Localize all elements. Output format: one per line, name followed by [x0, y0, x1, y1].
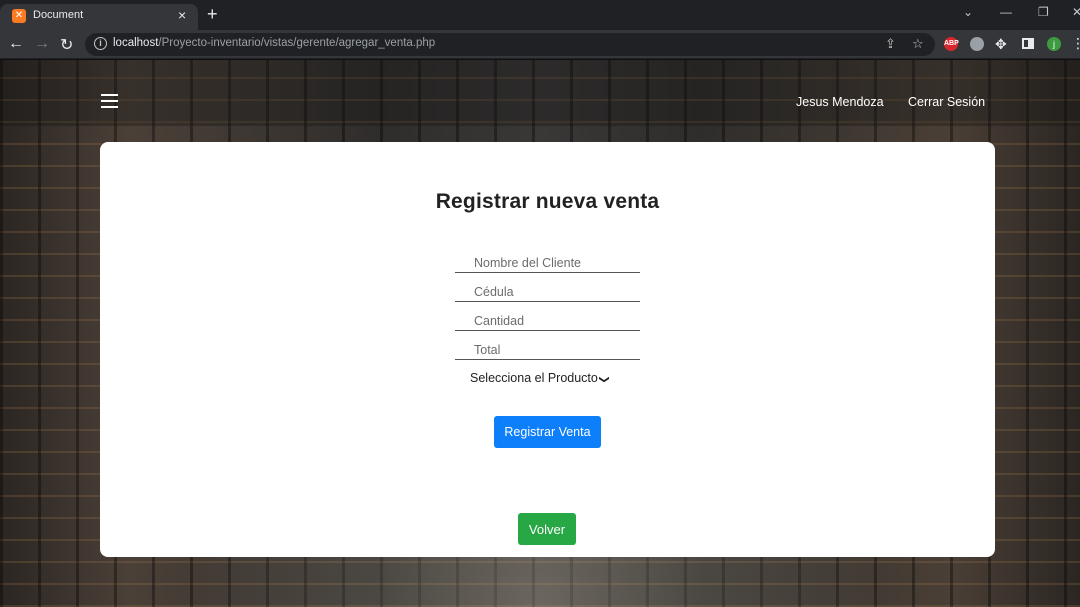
hamburger-menu-icon[interactable] — [101, 94, 118, 108]
back-button[interactable]: Volver — [518, 513, 576, 545]
page-viewport: Jesus Mendoza Cerrar Sesión Registrar nu… — [0, 60, 1080, 607]
register-sale-button[interactable]: Registrar Venta — [494, 416, 601, 448]
quantity-field[interactable] — [455, 311, 640, 331]
reload-icon[interactable]: ↻ — [60, 35, 73, 55]
tab-title: Document — [33, 9, 84, 21]
browser-tab-strip: ✕ Document × + ⌄ — ❐ ✕ — [0, 0, 1080, 30]
address-bar[interactable]: i localhost/Proyecto-inventario/vistas/g… — [85, 33, 935, 56]
url-path: /Proyecto-inventario/vistas/gerente/agre… — [158, 37, 436, 49]
xampp-icon: ✕ — [12, 9, 26, 23]
profile-avatar[interactable]: j — [1047, 37, 1061, 51]
tab-search-icon[interactable]: ⌄ — [963, 5, 973, 19]
menu-kebab-icon[interactable]: ⋮ — [1071, 35, 1080, 52]
restore-icon[interactable]: ❐ — [1038, 5, 1049, 19]
product-select-label: Selecciona el Producto — [470, 371, 598, 385]
chevron-down-icon: ❯ — [598, 375, 610, 384]
user-name: Jesus Mendoza — [796, 95, 884, 109]
client-name-field[interactable] — [455, 253, 640, 273]
minimize-icon[interactable]: — — [1000, 5, 1012, 19]
new-tab-button[interactable]: + — [207, 4, 218, 25]
extensions-puzzle-icon[interactable]: ✥ — [995, 36, 1007, 53]
extension-icon[interactable] — [970, 37, 984, 51]
browser-toolbar: ← → ↻ i localhost/Proyecto-inventario/vi… — [0, 30, 1080, 59]
forward-icon[interactable]: → — [34, 35, 50, 53]
browser-tab[interactable]: ✕ Document × — [0, 4, 198, 30]
product-select[interactable]: Selecciona el Producto❯ — [470, 371, 610, 385]
sale-form-card: Registrar nueva venta Selecciona el Prod… — [100, 142, 995, 557]
share-icon[interactable]: ⇪ — [885, 36, 896, 52]
total-field[interactable] — [455, 340, 640, 360]
site-info-icon[interactable]: i — [94, 37, 107, 50]
back-icon[interactable]: ← — [8, 35, 24, 53]
close-tab-icon[interactable]: × — [178, 7, 186, 23]
id-number-field[interactable] — [455, 282, 640, 302]
top-navbar: Jesus Mendoza Cerrar Sesión — [0, 60, 1080, 126]
close-window-icon[interactable]: ✕ — [1072, 5, 1080, 19]
page-title: Registrar nueva venta — [435, 190, 660, 213]
bookmark-star-icon[interactable]: ☆ — [912, 36, 924, 52]
adblock-extension-icon[interactable]: ABP — [944, 37, 959, 51]
url-text: localhost/Proyecto-inventario/vistas/ger… — [113, 37, 435, 49]
side-panel-icon[interactable] — [1022, 38, 1034, 49]
logout-link[interactable]: Cerrar Sesión — [908, 95, 985, 109]
url-host: localhost — [113, 37, 159, 49]
